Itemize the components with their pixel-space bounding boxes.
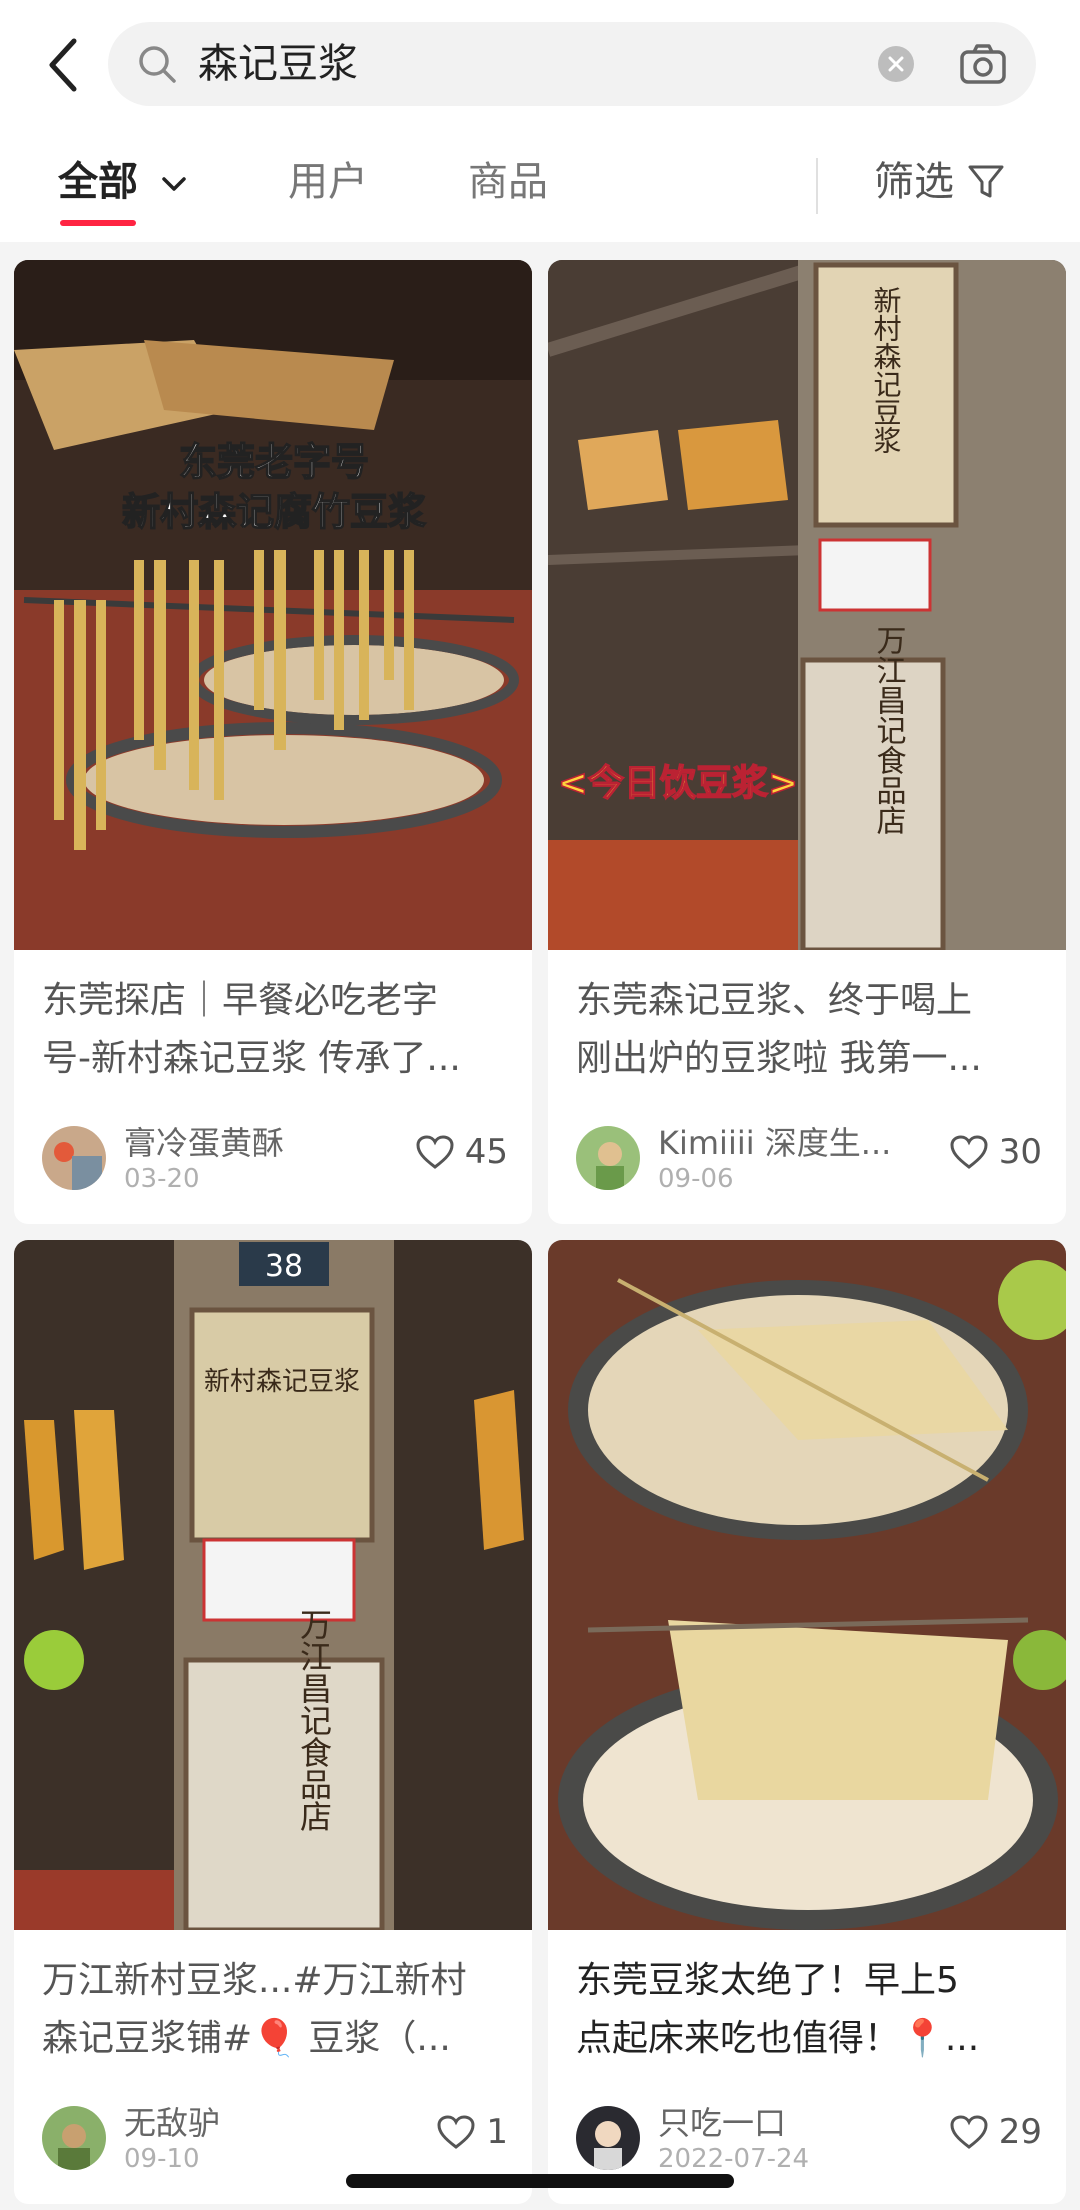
like-count: 29	[998, 2112, 1042, 2152]
post-date: 2022-07-24	[658, 2144, 810, 2174]
like-count: 45	[464, 1132, 508, 1172]
note-title-line: 东莞森记豆浆、终于喝上	[576, 980, 973, 1021]
heart-icon	[950, 1135, 988, 1169]
note-title-line: 森记豆浆铺#🎈 豆浆（...	[42, 2018, 451, 2059]
post-date: 09-06	[658, 1164, 734, 1194]
svg-text:万江昌记食品店: 万江昌记食品店	[295, 1608, 333, 1832]
svg-text:万江昌记食品店: 万江昌记食品店	[871, 625, 907, 835]
author-name[interactable]: 无敌驴	[124, 2098, 220, 2144]
note-card[interactable]: 38 新村森记豆浆 万江昌记食品店 万江新村豆浆...#万江新村 森记豆浆铺#🎈…	[14, 1240, 532, 2204]
clear-search-button[interactable]	[878, 46, 914, 82]
heart-icon	[437, 2115, 475, 2149]
like-button[interactable]: 29	[949, 2112, 1042, 2152]
heart-icon	[416, 1135, 454, 1169]
note-image[interactable]	[548, 1240, 1066, 1930]
tab-users[interactable]: 用户	[288, 152, 368, 212]
note-title-line: 万江新村豆浆...#万江新村	[42, 1960, 467, 2001]
search-input[interactable]: 森记豆浆	[198, 22, 358, 106]
note-title-line: 东莞探店｜早餐必吃老字	[42, 980, 439, 1021]
tab-bar: 全部 用户 商品 筛选	[0, 130, 1080, 240]
svg-text:新村森记豆浆: 新村森记豆浆	[204, 1367, 360, 1397]
note-title-line: 刚出炉的豆浆啦 我第一...	[576, 1038, 982, 1079]
avatar[interactable]	[576, 2106, 640, 2170]
tab-products[interactable]: 商品	[468, 152, 548, 212]
note-image[interactable]: 38 新村森记豆浆 万江昌记食品店	[14, 1240, 532, 1930]
like-count: 1	[486, 2112, 508, 2152]
heart-icon	[950, 2115, 988, 2149]
camera-search-button[interactable]	[958, 40, 1008, 90]
avatar[interactable]	[42, 2106, 106, 2170]
note-title-line: 东莞豆浆太绝了！早上5	[576, 1960, 959, 2001]
note-card[interactable]: 东莞豆浆太绝了！早上5 点起床来吃也值得！📍... 只吃一口 2022-07-2…	[548, 1240, 1066, 2204]
clear-icon	[888, 56, 904, 72]
svg-text:38: 38	[265, 1249, 303, 1284]
image-caption-line-2: 新村森记腐竹豆浆	[122, 490, 426, 534]
tab-all[interactable]: 全部	[58, 152, 188, 212]
tab-all-label: 全部	[58, 159, 138, 205]
search-icon	[139, 46, 176, 83]
back-arrow-icon	[49, 38, 77, 92]
camera-icon	[960, 44, 1006, 84]
note-card[interactable]: 东莞老字号 新村森记腐竹豆浆 东莞探店｜早餐必吃老字 号-新村森记豆浆 传承了.…	[14, 260, 532, 1224]
note-title-line: 号-新村森记豆浆 传承了...	[42, 1038, 461, 1079]
avatar[interactable]	[576, 1126, 640, 1190]
image-caption: <今日饮豆浆>	[558, 763, 798, 804]
author-name[interactable]: Kimiiii 深度生...	[658, 1118, 891, 1164]
note-title[interactable]: 东莞森记豆浆、终于喝上 刚出炉的豆浆啦 我第一...	[576, 972, 1046, 1088]
active-tab-indicator	[60, 220, 136, 226]
image-caption-line-1: 东莞老字号	[179, 440, 369, 484]
svg-text:新村森记豆浆: 新村森记豆浆	[870, 286, 903, 454]
note-image[interactable]: 新村森记豆浆 万江昌记食品店 <今日饮豆浆>	[548, 260, 1066, 950]
like-button[interactable]: 30	[949, 1132, 1042, 1172]
tab-divider	[816, 158, 818, 214]
header: 森记豆浆 全部 用户 商品 筛选	[0, 0, 1080, 242]
back-button[interactable]	[38, 30, 88, 100]
like-count: 30	[998, 1132, 1042, 1172]
note-card[interactable]: 新村森记豆浆 万江昌记食品店 <今日饮豆浆> 东莞森记豆浆、终于喝上 刚出炉的豆…	[548, 260, 1066, 1224]
note-title[interactable]: 东莞豆浆太绝了！早上5 点起床来吃也值得！📍...	[576, 1952, 1046, 2068]
note-title[interactable]: 东莞探店｜早餐必吃老字 号-新村森记豆浆 传承了...	[42, 972, 512, 1088]
chevron-down-icon	[162, 177, 186, 191]
avatar[interactable]	[42, 1126, 106, 1190]
filter-icon	[968, 165, 1004, 198]
note-title-line: 点起床来吃也值得！📍...	[576, 2018, 980, 2059]
filter-label: 筛选	[874, 159, 954, 205]
post-date: 03-20	[124, 1164, 200, 1194]
search-bar[interactable]: 森记豆浆	[108, 22, 1036, 106]
home-indicator[interactable]	[346, 2174, 734, 2188]
author-name[interactable]: 只吃一口	[658, 2098, 786, 2144]
like-button[interactable]: 1	[436, 2112, 508, 2152]
like-button[interactable]: 45	[415, 1132, 508, 1172]
note-image[interactable]: 东莞老字号 新村森记腐竹豆浆	[14, 260, 532, 950]
author-name[interactable]: 膏冷蛋黄酥	[124, 1118, 284, 1164]
note-title[interactable]: 万江新村豆浆...#万江新村 森记豆浆铺#🎈 豆浆（...	[42, 1952, 512, 2068]
post-date: 09-10	[124, 2144, 200, 2174]
filter-button[interactable]: 筛选	[874, 152, 1006, 212]
